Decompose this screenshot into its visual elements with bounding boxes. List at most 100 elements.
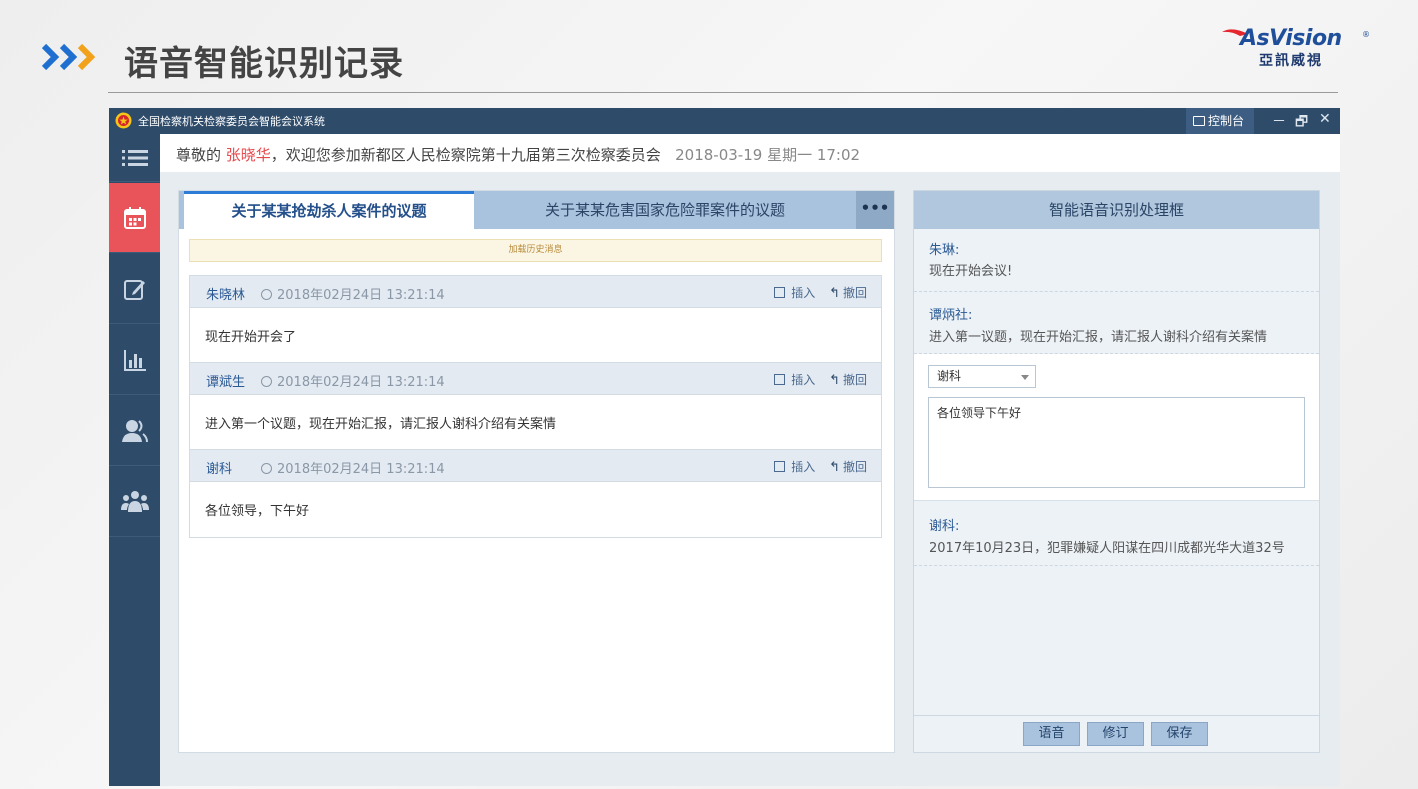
message-time: 2018年02月24日 13:21:14 — [261, 458, 445, 477]
message-list: 朱晓林 2018年02月24日 13:21:14 插入 ↰ 撤回 现在开始开会了 … — [189, 275, 882, 538]
current-datetime: 2018-03-19 星期一 17:02 — [675, 146, 861, 164]
logo-registered-mark: ® — [1362, 30, 1370, 39]
message-body: 进入第一个议题，现在开始汇报，请汇报人谢科介绍有关案情 — [190, 395, 881, 450]
speech-recognition-panel: 智能语音识别处理框 朱琳: 现在开始会议! 谭炳社: 进入第一议题，现在开始汇报… — [913, 190, 1320, 753]
greeting-prefix: 尊敬的 — [176, 146, 226, 164]
menu-icon — [121, 149, 148, 166]
message-speaker: 谢科 — [206, 462, 233, 477]
speech-entry: 谭炳社: 进入第一议题，现在开始汇报，请汇报人谢科介绍有关案情 — [914, 292, 1319, 354]
speech-text: 现在开始会议! — [929, 264, 1013, 279]
chevron-down-icon — [1021, 375, 1029, 380]
logo-text-cn: 亞訊威視 — [1259, 53, 1323, 69]
undo-icon: ↰ — [829, 286, 840, 301]
insert-button[interactable]: 插入 — [774, 460, 815, 474]
undo-label: 撤回 — [842, 373, 867, 387]
slide-divider — [108, 92, 1338, 93]
undo-icon: ↰ — [829, 460, 840, 475]
undo-icon: ↰ — [829, 373, 840, 388]
welcome-text: ，欢迎您参加新都区人民检察院第十九届第三次检察委员会 — [270, 146, 661, 164]
close-button[interactable]: ✕ — [1319, 111, 1331, 127]
nav-calendar[interactable] — [109, 183, 160, 253]
user-name: 张晓华 — [225, 146, 271, 164]
speaker-select-value: 谢科 — [937, 369, 962, 383]
message-actions: 插入 ↰ 撤回 — [774, 458, 867, 475]
undo-label: 撤回 — [842, 286, 867, 300]
group-icon — [120, 490, 149, 512]
bar-chart-icon — [123, 349, 146, 371]
speech-entry: 谢科: 2017年10月23日，犯罪嫌疑人阳谋在四川成都光华大道32号 — [914, 501, 1319, 566]
clock-icon — [261, 376, 272, 387]
nav-user[interactable] — [109, 396, 160, 466]
insert-button[interactable]: 插入 — [774, 286, 815, 300]
title-bar: 全国检察机关检察委员会智能会议系统 控制台 － 🗗 ✕ — [109, 108, 1340, 134]
speech-panel-title: 智能语音识别处理框 — [914, 191, 1319, 229]
message-body: 现在开始开会了 — [190, 308, 881, 363]
nav-group[interactable] — [109, 467, 160, 537]
control-panel-button[interactable]: 控制台 — [1186, 108, 1254, 134]
undo-button[interactable]: ↰ 撤回 — [819, 286, 867, 301]
insert-icon — [774, 287, 786, 298]
monitor-icon — [1193, 116, 1205, 126]
speech-speaker: 朱琳: — [929, 243, 960, 258]
insert-label: 插入 — [791, 460, 816, 474]
speech-speaker: 谢科: — [929, 519, 960, 534]
procuratorate-emblem-icon — [115, 112, 132, 129]
more-tabs-button[interactable]: ••• — [856, 191, 894, 229]
insert-label: 插入 — [791, 286, 816, 300]
control-panel-label: 控制台 — [1208, 114, 1245, 128]
message-actions: 插入 ↰ 撤回 — [774, 284, 867, 301]
message-header: 朱晓林 2018年02月24日 13:21:14 插入 ↰ 撤回 — [190, 276, 881, 308]
revise-button[interactable]: 修订 — [1087, 722, 1144, 746]
undo-label: 撤回 — [842, 460, 867, 474]
speech-entry: 朱琳: 现在开始会议! — [914, 229, 1319, 292]
message-time-text: 2018年02月24日 13:21:14 — [277, 288, 445, 303]
message-header: 谭斌生 2018年02月24日 13:21:14 插入 ↰ 撤回 — [190, 363, 881, 395]
load-history-button[interactable]: 加载历史消息 — [189, 239, 882, 262]
speech-editor: 谢科 各位领导下午好 — [914, 354, 1319, 501]
side-nav — [109, 134, 160, 786]
undo-button[interactable]: ↰ 撤回 — [819, 460, 867, 475]
topic-tabs: 关于某某抢劫杀人案件的议题 关于某某危害国家危险罪案件的议题 ••• — [179, 191, 894, 229]
nav-edit[interactable] — [109, 254, 160, 324]
edit-icon — [123, 279, 145, 300]
message-speaker: 谭斌生 — [206, 375, 246, 390]
message-body: 各位领导，下午好 — [190, 482, 881, 537]
app-title: 全国检察机关检察委员会智能会议系统 — [138, 115, 325, 128]
chevron-arrows-icon — [41, 43, 96, 71]
welcome-message: 尊敬的 张晓华，欢迎您参加新都区人民检察院第十九届第三次检察委员会 2018-0… — [176, 144, 860, 165]
message-time: 2018年02月24日 13:21:14 — [261, 371, 445, 390]
speech-panel-footer: 语音 修订 保存 — [914, 715, 1319, 752]
logo-text-en: AsVision — [1240, 26, 1342, 51]
insert-icon — [774, 461, 786, 472]
nav-menu[interactable] — [109, 134, 160, 182]
speech-text-input[interactable]: 各位领导下午好 — [928, 397, 1305, 488]
insert-button[interactable]: 插入 — [774, 373, 815, 387]
tab-topic-2[interactable]: 关于某某危害国家危险罪案件的议题 — [475, 191, 855, 229]
user-icon — [121, 419, 148, 442]
insert-icon — [774, 374, 786, 385]
speaker-select[interactable]: 谢科 — [928, 365, 1036, 388]
minimize-button[interactable]: － — [1272, 111, 1286, 131]
restore-button[interactable]: 🗗 — [1295, 111, 1308, 135]
message-actions: 插入 ↰ 撤回 — [774, 371, 867, 388]
message-header: 谢科 2018年02月24日 13:21:14 插入 ↰ 撤回 — [190, 450, 881, 482]
slide-title: 语音智能识别记录 — [124, 44, 404, 84]
save-button[interactable]: 保存 — [1151, 722, 1208, 746]
speech-speaker: 谭炳社: — [929, 308, 973, 323]
speech-text: 进入第一议题，现在开始汇报，请汇报人谢科介绍有关案情 — [929, 330, 1268, 345]
calendar-icon — [123, 206, 146, 229]
meeting-record-panel: 关于某某抢劫杀人案件的议题 关于某某危害国家危险罪案件的议题 ••• 加载历史消… — [178, 190, 895, 753]
message-speaker: 朱晓林 — [206, 288, 246, 303]
welcome-bar: 尊敬的 张晓华，欢迎您参加新都区人民检察院第十九届第三次检察委员会 2018-0… — [160, 134, 1340, 172]
tab-topic-1[interactable]: 关于某某抢劫杀人案件的议题 — [184, 191, 474, 229]
app-window: 全国检察机关检察委员会智能会议系统 控制台 － 🗗 ✕ 尊敬的 张晓华，欢迎您参… — [109, 108, 1340, 786]
message-time: 2018年02月24日 13:21:14 — [261, 284, 445, 303]
clock-icon — [261, 463, 272, 474]
nav-statistics[interactable] — [109, 325, 160, 395]
speech-text: 2017年10月23日，犯罪嫌疑人阳谋在四川成都光华大道32号 — [929, 541, 1285, 556]
voice-button[interactable]: 语音 — [1023, 722, 1080, 746]
message-time-text: 2018年02月24日 13:21:14 — [277, 462, 445, 477]
clock-icon — [261, 289, 272, 300]
insert-label: 插入 — [791, 373, 816, 387]
undo-button[interactable]: ↰ 撤回 — [819, 373, 867, 388]
